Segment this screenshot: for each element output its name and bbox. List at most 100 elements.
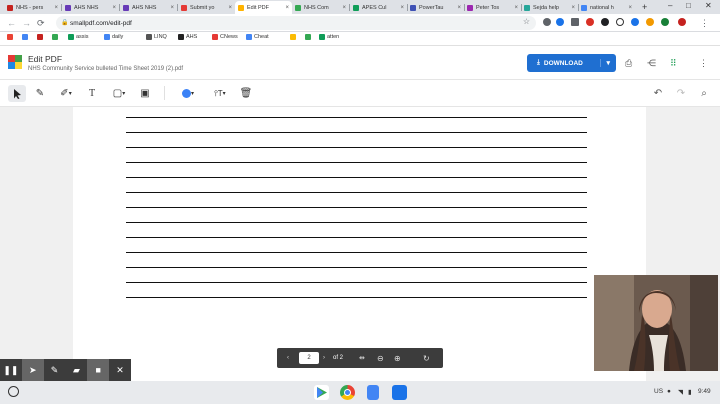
forward-icon[interactable]: →	[22, 18, 31, 28]
bookmark-label: assis	[76, 34, 89, 40]
tab[interactable]: AHS NHS ×	[120, 1, 177, 14]
extension-icon[interactable]	[571, 18, 579, 26]
bookmark-item[interactable]: daily	[104, 34, 123, 40]
zoom-out-icon[interactable]: ⊖	[377, 354, 384, 363]
more-icon[interactable]: ⋮	[699, 58, 708, 69]
extension-icon[interactable]	[631, 18, 639, 26]
image-tool[interactable]: ▣	[137, 85, 153, 102]
share-icon[interactable]: ⋲	[647, 58, 656, 69]
tab[interactable]: Submit yo ×	[178, 1, 235, 14]
download-button[interactable]: ⤓ DOWNLOAD ▾	[527, 54, 616, 72]
bookmark-star-icon[interactable]: ☆	[523, 17, 530, 26]
tab-favicon	[353, 4, 359, 11]
chevron-down-icon[interactable]: ▾	[600, 59, 610, 67]
tab-close-icon[interactable]: ×	[571, 5, 575, 11]
minimize-button[interactable]: –	[668, 1, 672, 10]
tab[interactable]: Peter Tos ×	[464, 1, 521, 14]
tab[interactable]: PowerTau ×	[407, 1, 464, 14]
docs-icon[interactable]	[367, 385, 379, 400]
bookmark-item[interactable]: atten	[319, 34, 339, 40]
extension-icon[interactable]	[661, 18, 669, 26]
chrome-icon[interactable]	[340, 385, 355, 400]
pointer-button[interactable]: ➤	[21, 359, 44, 381]
files-icon[interactable]	[392, 385, 407, 400]
tab-close-icon[interactable]: ×	[457, 5, 461, 11]
print-icon[interactable]: ⎙	[625, 58, 632, 69]
menu-icon[interactable]: ⋮	[700, 18, 709, 29]
bookmark-item[interactable]: assis	[68, 34, 89, 40]
color-picker[interactable]: ▾	[177, 85, 199, 102]
clock[interactable]: 9:49	[698, 388, 711, 395]
highlighter-button[interactable]: ▰	[65, 359, 87, 381]
tab-close-icon[interactable]: ×	[514, 5, 518, 11]
extension-icon[interactable]	[586, 18, 594, 26]
bookmark-item[interactable]	[37, 34, 45, 40]
fit-width-icon[interactable]: ⇹	[359, 354, 365, 362]
page-number-input[interactable]: 2	[299, 352, 319, 364]
tab[interactable]: Edit PDF ×	[235, 1, 292, 14]
undo-button[interactable]: ↶	[650, 85, 666, 102]
bookmark-item[interactable]	[22, 34, 30, 40]
tab-close-icon[interactable]: ×	[54, 5, 58, 11]
zoom-search-button[interactable]: ⌕	[696, 85, 712, 102]
rotate-icon[interactable]: ↻	[423, 354, 430, 363]
bookmark-item[interactable]: LINQ	[146, 34, 167, 40]
bookmark-item[interactable]	[52, 34, 60, 40]
text-tool[interactable]: T	[84, 85, 100, 102]
notification-icon[interactable]: ●	[667, 388, 671, 395]
pencil-tool[interactable]: ✎	[32, 85, 48, 102]
close-window-button[interactable]: ✕	[705, 1, 712, 10]
tab-close-icon[interactable]: ×	[342, 5, 346, 11]
tab-close-icon[interactable]: ×	[112, 5, 116, 11]
new-tab-button[interactable]: +	[642, 2, 647, 12]
url-input[interactable]: 🔒 smallpdf.com/edit-pdf ☆	[56, 16, 536, 30]
redo-icon: ↷	[676, 88, 686, 99]
bookmark-item[interactable]: AHS	[178, 34, 197, 40]
highlighter-tool[interactable]: ✐ ▾	[55, 85, 77, 102]
tab-close-icon[interactable]: ×	[170, 5, 174, 11]
shape-tool[interactable]: ▢ ▾	[108, 85, 130, 102]
prev-page-icon[interactable]: ‹	[287, 355, 289, 361]
tab-label: APES Cul	[362, 4, 387, 11]
maximize-button[interactable]: □	[686, 1, 691, 10]
pen-button[interactable]: ✎	[44, 359, 66, 381]
pdf-page[interactable]	[73, 107, 646, 381]
tab-close-icon[interactable]: ×	[400, 5, 404, 11]
delete-tool[interactable]: 🗑	[238, 85, 254, 102]
zoom-in-icon[interactable]: ⊕	[394, 354, 401, 363]
close-recorder-button[interactable]: ✕	[109, 359, 131, 381]
tab[interactable]: NHS - pers ×	[4, 1, 61, 14]
tab-close-icon[interactable]: ×	[228, 5, 232, 11]
bookmark-item[interactable]	[290, 34, 298, 40]
tab[interactable]: Sejda help ×	[521, 1, 578, 14]
tab[interactable]: NHS Com ×	[292, 1, 349, 14]
bookmark-item[interactable]: Cheat	[246, 34, 269, 40]
tab[interactable]: AHS NHS ×	[62, 1, 119, 14]
extension-icon[interactable]	[601, 18, 609, 26]
apps-grid-icon[interactable]: ⠿	[670, 58, 677, 69]
font-size-picker[interactable]: ⫯T ▾	[208, 85, 232, 102]
pause-button[interactable]: ❚❚	[0, 359, 22, 381]
bookmark-item[interactable]: CNews	[212, 34, 238, 40]
locale-indicator[interactable]: US	[654, 388, 663, 395]
back-icon[interactable]: ←	[7, 18, 16, 28]
extension-icon[interactable]	[543, 18, 551, 26]
profile-avatar[interactable]	[678, 18, 686, 26]
extension-icon[interactable]	[556, 18, 564, 26]
launcher-icon[interactable]	[8, 386, 19, 397]
reload-icon[interactable]: ⟳	[37, 18, 45, 29]
tab[interactable]: APES Cul ×	[350, 1, 407, 14]
extension-icon[interactable]	[616, 18, 624, 26]
camera-button[interactable]: ■	[87, 359, 110, 381]
next-page-icon[interactable]: ›	[323, 355, 325, 361]
redo-button[interactable]: ↷	[673, 85, 689, 102]
tab-close-icon[interactable]: ×	[285, 5, 289, 11]
bookmark-item[interactable]	[305, 34, 313, 40]
bookmark-item[interactable]	[7, 34, 15, 40]
extension-icon[interactable]	[646, 18, 654, 26]
webcam-overlay	[594, 275, 718, 371]
tab[interactable]: national h ×	[578, 1, 635, 14]
select-tool[interactable]	[8, 85, 26, 102]
tab-close-icon[interactable]: ×	[628, 5, 632, 11]
play-store-icon[interactable]	[314, 385, 329, 400]
